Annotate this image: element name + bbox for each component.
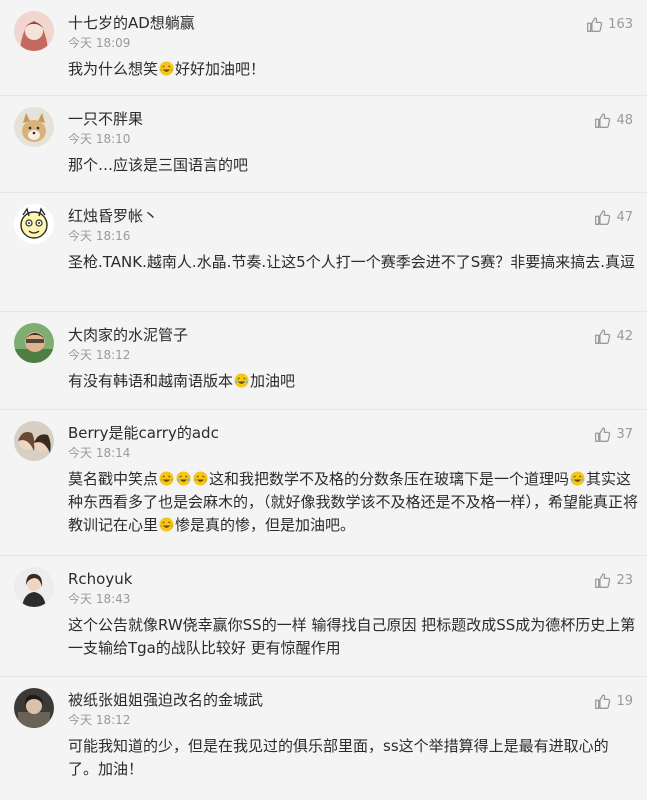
- like-button[interactable]: 47: [594, 207, 633, 227]
- comment-item: 十七岁的AD想躺赢 今天 18:09 163 我为什么想笑 好好加油吧！: [0, 0, 647, 96]
- comment-item: 被纸张姐姐强迫改名的金城武 今天 18:12 19 可能我知道的少，但是在我见过…: [0, 677, 647, 800]
- thumbs-up-icon: [595, 426, 611, 442]
- laughing-tears-emoji-icon: [176, 470, 191, 486]
- comment-time: 今天 18:14: [68, 446, 131, 460]
- laughing-tears-emoji-icon: [159, 516, 174, 532]
- like-button[interactable]: 37: [594, 424, 633, 444]
- comment-text-part: 加油吧: [250, 372, 296, 390]
- like-button[interactable]: 19: [594, 691, 633, 711]
- comment-item: Berry是能carry的adc 今天 18:14 37 莫名戳中笑点 这和我把数…: [0, 410, 647, 556]
- comment-time: 今天 18:10: [68, 132, 131, 146]
- comment-text-part: 这和我把数学不及格的分数条压在玻璃下是一个道理吗: [209, 470, 570, 488]
- like-button[interactable]: 48: [594, 110, 633, 130]
- comment-time: 今天 18:16: [68, 229, 131, 243]
- like-button[interactable]: 163: [586, 14, 633, 34]
- avatar[interactable]: [14, 421, 54, 461]
- like-count: 47: [616, 209, 633, 225]
- laughing-tears-emoji-icon: [193, 470, 208, 486]
- thumbs-up-icon: [595, 693, 611, 709]
- username[interactable]: 十七岁的AD想躺赢: [68, 13, 195, 33]
- username[interactable]: Rchoyuk: [68, 569, 132, 589]
- comment-text-part: 好好加油吧！: [175, 60, 266, 78]
- like-count: 163: [608, 16, 633, 32]
- comment-text-part: 惨是真的惨，但是加油吧。: [175, 516, 356, 534]
- thumbs-up-icon: [595, 572, 611, 588]
- comment-time: 今天 18:43: [68, 592, 131, 606]
- like-button[interactable]: 23: [594, 570, 633, 590]
- comment-text-part: 圣枪.TANK.越南人.水晶.节奏.让这5个人打一个赛季会进不了S赛？非要搞来搞…: [68, 253, 635, 271]
- laughing-tears-emoji-icon: [570, 470, 585, 486]
- like-button[interactable]: 42: [594, 326, 633, 346]
- comment-item: 红烛昏罗帐丶 今天 18:16 47 圣枪.TANK.越南人.水晶.节奏.让这5…: [0, 193, 647, 312]
- like-count: 42: [616, 328, 633, 344]
- avatar[interactable]: [14, 11, 54, 51]
- laughing-tears-emoji-icon: [159, 470, 174, 486]
- comment-text: 我为什么想笑 好好加油吧！: [68, 58, 638, 81]
- comment-text: 莫名戳中笑点 这和我把数学不及格的分数条压在玻璃下是一个道理吗 其实这种东西看多了也…: [68, 468, 638, 537]
- avatar[interactable]: [14, 567, 54, 607]
- comment-text: 圣枪.TANK.越南人.水晶.节奏.让这5个人打一个赛季会进不了S赛？非要搞来搞…: [68, 251, 638, 274]
- thumbs-up-icon: [595, 209, 611, 225]
- comment-text: 有没有韩语和越南语版本 加油吧: [68, 370, 638, 393]
- laughing-tears-emoji-icon: [159, 60, 174, 76]
- username[interactable]: Berry是能carry的adc: [68, 423, 219, 443]
- thumbs-up-icon: [595, 328, 611, 344]
- thumbs-up-icon: [587, 16, 603, 32]
- comment-text: 那个…应该是三国语言的吧: [68, 154, 638, 177]
- comment-text-part: 莫名戳中笑点: [68, 470, 159, 488]
- comment-text-part: 有没有韩语和越南语版本: [68, 372, 234, 390]
- avatar[interactable]: [14, 688, 54, 728]
- avatar[interactable]: [14, 323, 54, 363]
- like-count: 37: [616, 426, 633, 442]
- comment-text-part: 那个…应该是三国语言的吧: [68, 156, 249, 174]
- username[interactable]: 一只不胖果: [68, 109, 143, 129]
- comment-text: 可能我知道的少，但是在我见过的俱乐部里面，ss这个举措算得上是最有进取心的了。加…: [68, 735, 638, 781]
- like-count: 23: [616, 572, 633, 588]
- comment-text: 这个公告就像RW侥幸赢你SS的一样 输得找自己原因 把标题改成SS成为德杯历史上…: [68, 614, 638, 660]
- comment-item: 大肉家的水泥管子 今天 18:12 42 有没有韩语和越南语版本 加油吧: [0, 312, 647, 410]
- like-count: 48: [616, 112, 633, 128]
- thumbs-up-icon: [595, 112, 611, 128]
- comment-text-part: 我为什么想笑: [68, 60, 159, 78]
- avatar[interactable]: [14, 107, 54, 147]
- comment-feed: 十七岁的AD想躺赢 今天 18:09 163 我为什么想笑 好好加油吧！ 一只不胖…: [0, 0, 647, 800]
- avatar[interactable]: [14, 204, 54, 244]
- laughing-tears-emoji-icon: [234, 372, 249, 388]
- comment-item: 一只不胖果 今天 18:10 48 那个…应该是三国语言的吧: [0, 96, 647, 193]
- comment-text-part: 可能我知道的少，但是在我见过的俱乐部里面，ss这个举措算得上是最有进取心的了。加…: [68, 737, 609, 778]
- comment-item: Rchoyuk 今天 18:43 23 这个公告就像RW侥幸赢你SS的一样 输得…: [0, 556, 647, 677]
- like-count: 19: [616, 693, 633, 709]
- username[interactable]: 红烛昏罗帐丶: [68, 206, 158, 226]
- comment-time: 今天 18:12: [68, 713, 131, 727]
- username[interactable]: 大肉家的水泥管子: [68, 325, 188, 345]
- username[interactable]: 被纸张姐姐强迫改名的金城武: [68, 690, 263, 710]
- comment-text-part: 这个公告就像RW侥幸赢你SS的一样 输得找自己原因 把标题改成SS成为德杯历史上…: [68, 616, 636, 657]
- comment-time: 今天 18:09: [68, 36, 131, 50]
- comment-time: 今天 18:12: [68, 348, 131, 362]
